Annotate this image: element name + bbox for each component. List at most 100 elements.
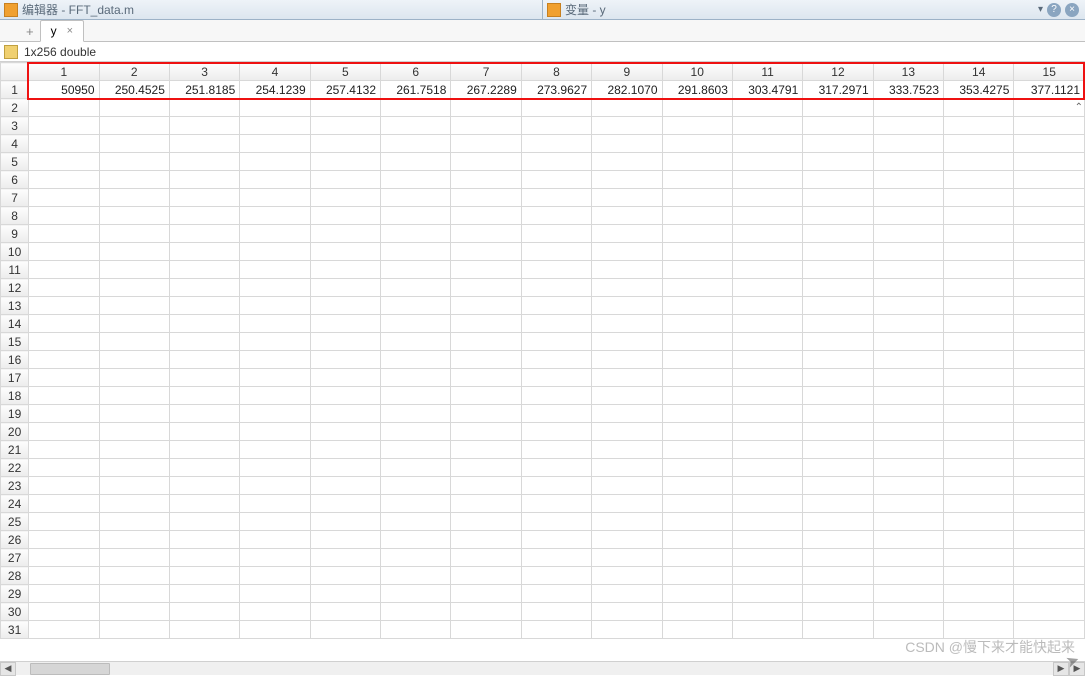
cell[interactable] [240,243,310,261]
cell[interactable] [310,225,380,243]
cell[interactable] [99,225,169,243]
cell[interactable] [451,279,521,297]
cell[interactable] [169,99,239,117]
row-header[interactable]: 16 [1,351,29,369]
cell[interactable] [451,189,521,207]
cell[interactable] [169,405,239,423]
cell[interactable] [169,135,239,153]
cell[interactable] [732,279,802,297]
row-header[interactable]: 20 [1,423,29,441]
cell[interactable] [451,621,521,639]
cell[interactable] [1014,315,1085,333]
cell[interactable] [1014,225,1085,243]
cell[interactable] [873,441,943,459]
cell[interactable] [944,297,1014,315]
cell[interactable] [169,315,239,333]
cell[interactable] [29,333,99,351]
cell[interactable] [169,261,239,279]
cell[interactable] [662,495,732,513]
cell[interactable] [451,531,521,549]
cell[interactable] [29,621,99,639]
cell[interactable] [732,315,802,333]
cell[interactable] [99,531,169,549]
scroll-right-end-button[interactable]: ▶ [1069,662,1085,676]
cell[interactable] [662,531,732,549]
cell[interactable] [873,405,943,423]
cell[interactable] [521,477,591,495]
cell[interactable] [732,333,802,351]
cell[interactable] [381,135,451,153]
cell[interactable] [381,333,451,351]
cell[interactable] [451,459,521,477]
cell[interactable] [803,603,873,621]
cell[interactable] [1014,171,1085,189]
cell[interactable] [521,369,591,387]
cell[interactable] [99,621,169,639]
cell[interactable] [240,135,310,153]
cell[interactable] [381,171,451,189]
cell[interactable] [1014,621,1085,639]
cell[interactable] [381,513,451,531]
cell[interactable] [381,225,451,243]
cell[interactable] [1014,351,1085,369]
cell[interactable] [521,333,591,351]
cell[interactable] [169,333,239,351]
row-header[interactable]: 11 [1,261,29,279]
row-header[interactable]: 17 [1,369,29,387]
cell[interactable] [1014,423,1085,441]
cell[interactable] [169,423,239,441]
cell[interactable] [169,189,239,207]
cell[interactable] [169,279,239,297]
cell[interactable] [521,117,591,135]
cell[interactable] [592,279,662,297]
cell[interactable] [732,261,802,279]
cell[interactable] [944,459,1014,477]
cell[interactable] [310,549,380,567]
cell[interactable] [732,117,802,135]
cell[interactable] [521,567,591,585]
cell[interactable] [310,531,380,549]
cell[interactable] [662,171,732,189]
cell[interactable] [803,441,873,459]
cell[interactable] [381,603,451,621]
cell[interactable] [592,333,662,351]
cell[interactable] [240,261,310,279]
cell[interactable] [99,333,169,351]
cell[interactable] [803,243,873,261]
cell[interactable] [803,513,873,531]
cell[interactable] [521,441,591,459]
cell[interactable]: 250.4525 [99,81,169,99]
cell[interactable] [873,495,943,513]
cell[interactable] [873,459,943,477]
cell[interactable] [381,585,451,603]
cell[interactable] [1014,567,1085,585]
cell[interactable] [662,207,732,225]
cell[interactable] [1014,117,1085,135]
cell[interactable] [240,351,310,369]
cell[interactable]: 317.2971 [803,81,873,99]
cell[interactable] [803,135,873,153]
cell[interactable] [381,261,451,279]
cell[interactable] [944,279,1014,297]
cell[interactable] [451,477,521,495]
cell[interactable] [662,585,732,603]
cell[interactable] [99,135,169,153]
cell[interactable] [521,189,591,207]
cell[interactable] [592,531,662,549]
cell[interactable] [29,279,99,297]
cell[interactable] [944,153,1014,171]
cell[interactable] [592,261,662,279]
cell[interactable] [732,531,802,549]
cell[interactable] [592,585,662,603]
cell[interactable] [944,387,1014,405]
cell[interactable] [99,459,169,477]
cell[interactable] [240,423,310,441]
cell[interactable] [451,117,521,135]
cell[interactable] [873,549,943,567]
cell[interactable] [1014,207,1085,225]
cell[interactable] [662,549,732,567]
cell[interactable] [240,567,310,585]
cell[interactable] [381,405,451,423]
cell[interactable] [803,405,873,423]
cell[interactable] [592,225,662,243]
